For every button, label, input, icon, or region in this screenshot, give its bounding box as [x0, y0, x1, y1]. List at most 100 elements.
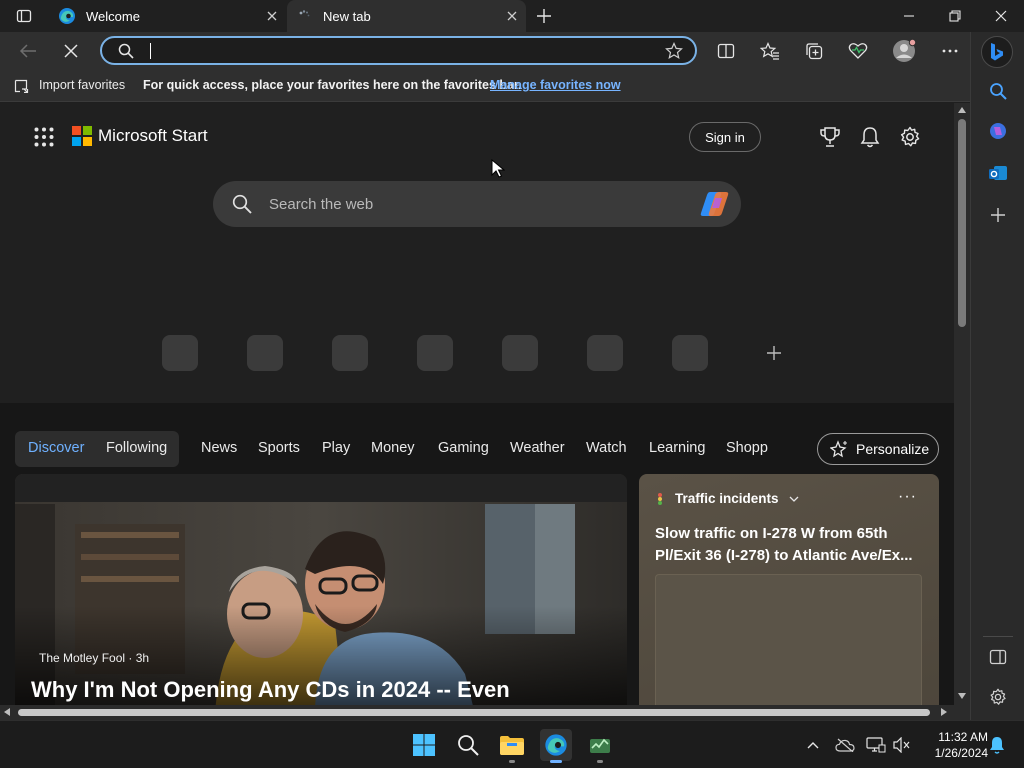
traffic-map[interactable] [655, 574, 922, 705]
notifications-button[interactable] [858, 125, 882, 149]
sidebar-settings-button[interactable] [985, 684, 1011, 710]
quick-link-tile[interactable] [162, 335, 198, 371]
sign-in-button[interactable]: Sign in [689, 122, 761, 152]
traffic-card[interactable]: Traffic incidents ··· Slow traffic on I-… [639, 474, 939, 705]
traffic-headline[interactable]: Slow traffic on I-278 W from 65th Pl/Exi… [655, 523, 927, 567]
close-icon [995, 10, 1007, 22]
plus-icon [767, 346, 781, 360]
tab-close-button[interactable] [504, 8, 520, 24]
sidebar-copilot-button[interactable] [985, 118, 1011, 144]
scroll-right-arrow-icon[interactable] [941, 708, 947, 716]
nav-learning[interactable]: Learning [649, 440, 705, 456]
sidebar-outlook-button[interactable] [985, 160, 1011, 186]
quick-link-tile[interactable] [332, 335, 368, 371]
nav-weather[interactable]: Weather [510, 440, 565, 456]
notification-center-button[interactable] [987, 735, 1007, 755]
nav-sports[interactable]: Sports [258, 440, 300, 456]
app-launcher-icon[interactable] [34, 127, 54, 147]
nav-money[interactable]: Money [371, 440, 415, 456]
nav-watch[interactable]: Watch [586, 440, 627, 456]
minimize-button[interactable] [886, 0, 932, 32]
nav-news[interactable]: News [201, 440, 237, 456]
import-favorites-icon [14, 79, 29, 93]
back-button[interactable] [13, 38, 43, 64]
minimize-icon [904, 15, 914, 17]
horizontal-scrollbar[interactable] [0, 705, 970, 720]
tab-actions-button[interactable] [4, 0, 44, 32]
add-favorite-button[interactable] [665, 42, 683, 60]
copilot-button[interactable] [699, 190, 731, 218]
personalize-button[interactable]: Personalize [817, 433, 939, 465]
edge-taskbar-button[interactable] [540, 729, 572, 761]
plus-icon [537, 9, 551, 23]
text-caret [150, 43, 151, 59]
horizontal-scroll-thumb[interactable] [18, 709, 930, 716]
start-button[interactable] [408, 729, 440, 761]
scroll-up-arrow-icon[interactable] [958, 107, 966, 113]
page-settings-button[interactable] [898, 125, 922, 149]
scroll-left-arrow-icon[interactable] [4, 708, 10, 716]
tab-new-tab[interactable]: New tab [287, 0, 526, 32]
quick-link-tile[interactable] [417, 335, 453, 371]
copilot-sidebar-button[interactable] [981, 36, 1013, 68]
onedrive-button[interactable] [835, 735, 855, 755]
tab-discover[interactable]: Discover [28, 440, 84, 456]
task-manager-icon [590, 738, 610, 753]
traffic-card-more-button[interactable]: ··· [898, 488, 917, 506]
restore-icon [949, 10, 961, 22]
nav-shopping[interactable]: Shopp [726, 440, 768, 456]
taskbar-search-button[interactable] [452, 729, 484, 761]
search-icon [118, 43, 134, 59]
scroll-down-arrow-icon[interactable] [958, 693, 966, 699]
browser-essentials-button[interactable] [843, 38, 873, 64]
web-search-box[interactable]: Search the web [213, 181, 741, 227]
nav-play[interactable]: Play [322, 440, 350, 456]
volume-button[interactable] [892, 735, 912, 755]
hide-sidebar-button[interactable] [985, 644, 1011, 670]
settings-more-button[interactable] [935, 38, 965, 64]
microsoft-start-brand[interactable]: Microsoft Start [72, 126, 208, 146]
stop-loading-button[interactable] [56, 38, 86, 64]
sidebar-search-button[interactable] [985, 78, 1011, 104]
edge-sidebar [970, 32, 1024, 720]
tab-following[interactable]: Following [106, 440, 167, 456]
hero-article-title[interactable]: Why I'm Not Opening Any CDs in 2024 -- E… [31, 677, 510, 703]
vertical-scrollbar[interactable] [954, 103, 970, 705]
quick-link-tile[interactable] [247, 335, 283, 371]
restore-button[interactable] [932, 0, 978, 32]
browser-toolbar [0, 32, 972, 70]
hero-article-card[interactable]: The Motley Fool · 3h Why I'm Not Opening… [15, 474, 627, 705]
network-button[interactable] [866, 735, 886, 755]
vertical-scroll-thumb[interactable] [958, 119, 966, 327]
add-quick-link-button[interactable] [762, 341, 786, 365]
split-screen-button[interactable] [711, 38, 741, 64]
rewards-button[interactable] [818, 125, 842, 149]
favorites-button[interactable] [755, 38, 785, 64]
tab-welcome[interactable]: Welcome [48, 0, 286, 32]
tab-close-button[interactable] [264, 8, 280, 24]
address-bar[interactable] [100, 36, 697, 65]
search-icon [990, 83, 1007, 100]
gear-icon [900, 126, 920, 147]
new-tab-button[interactable] [528, 0, 560, 32]
sidebar-add-button[interactable] [985, 202, 1011, 228]
taskbar-clock[interactable]: 11:32 AM 1/26/2024 [918, 729, 988, 761]
folder-icon [500, 736, 524, 755]
quick-link-tile[interactable] [587, 335, 623, 371]
nav-gaming[interactable]: Gaming [438, 440, 489, 456]
profile-button[interactable] [889, 38, 919, 64]
traffic-card-header[interactable]: Traffic incidents [655, 491, 799, 506]
loading-spinner-icon [299, 10, 310, 17]
show-hidden-icons-button[interactable] [803, 735, 823, 755]
quick-link-tile[interactable] [672, 335, 708, 371]
file-explorer-button[interactable] [496, 729, 528, 761]
close-window-button[interactable] [978, 0, 1024, 32]
manage-favorites-link[interactable]: Manage favorites now [490, 78, 621, 92]
taskbar-app-button[interactable] [584, 729, 616, 761]
close-icon [507, 11, 517, 21]
collections-button[interactable] [799, 38, 829, 64]
import-favorites-button[interactable]: Import favorites [14, 77, 125, 93]
running-indicator [597, 760, 603, 763]
quick-link-tile[interactable] [502, 335, 538, 371]
active-indicator [550, 760, 562, 763]
